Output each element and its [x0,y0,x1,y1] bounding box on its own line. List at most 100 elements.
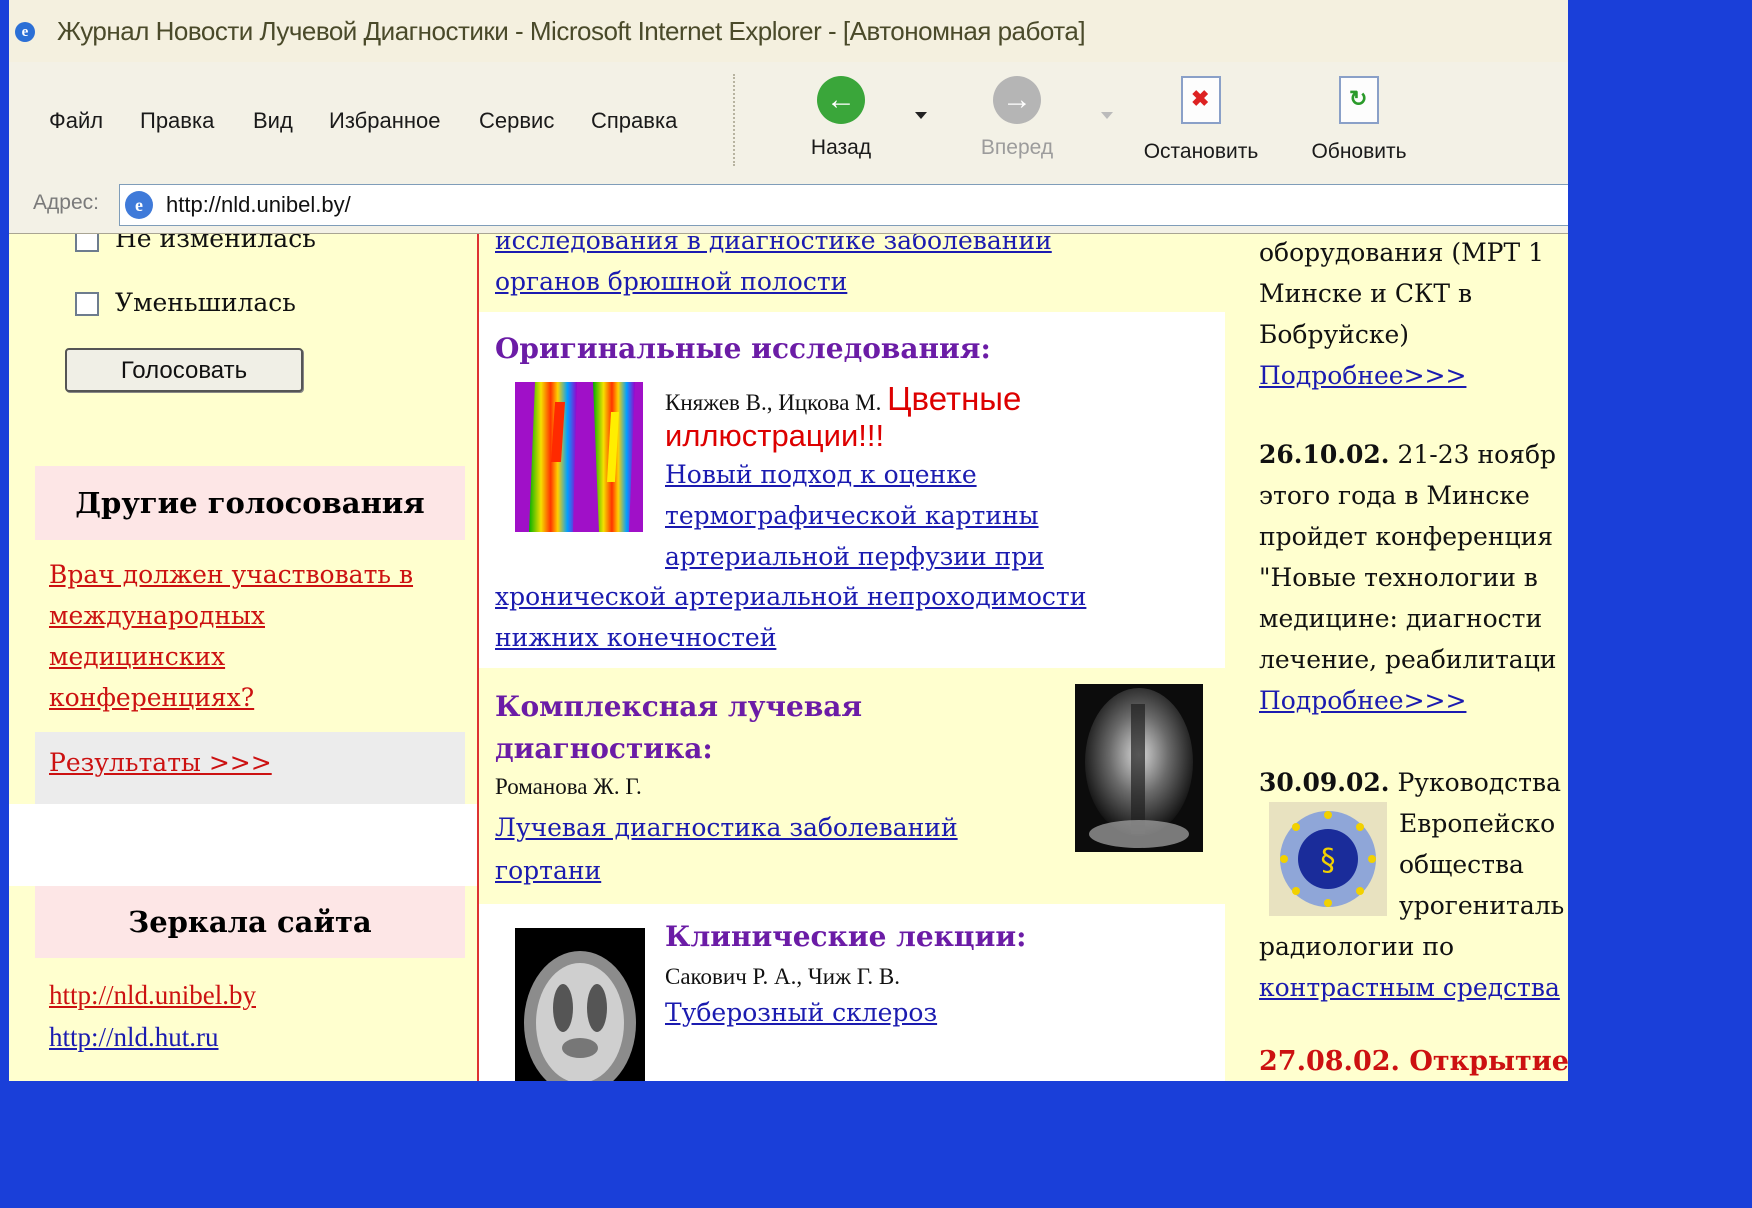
results-row: Результаты >>> [35,732,465,804]
forward-button[interactable]: → Вперед [967,76,1067,160]
mirrors-header: Зеркала сайта [35,886,465,958]
mirror-link[interactable]: http://nld.unibel.by [49,974,256,1016]
refresh-icon: ↻ [1339,76,1379,124]
news3-line: общества [1399,850,1524,879]
other-poll-link[interactable]: Врач должен участвовать в международных … [49,554,413,718]
ie-logo-icon: e [15,22,35,42]
toolbar: Файл Правка Вид Избранное Сервис Справка… [9,62,1568,178]
back-dropdown-icon[interactable] [915,112,927,119]
vote-button[interactable]: Голосовать [65,348,303,392]
forward-arrow-icon: → [993,76,1041,124]
news2-date: 26.10.02. [1259,440,1390,469]
left-spacer [9,804,477,886]
back-button[interactable]: ← Назад [791,76,891,160]
original-link-line[interactable]: артериальной перфузии при [665,536,1044,577]
complex-radiology-box: Комплексная лучевая диагностика: Романов… [479,668,1225,904]
poll-checkbox-decreased[interactable] [75,292,99,316]
top-article-box: исследования в диагностике заболеваний о… [479,234,1225,312]
refresh-button[interactable]: ↻ Обновить [1299,76,1419,164]
news2-more-link[interactable]: Подробнее>>> [1259,680,1556,721]
clinical-lectures-title: Клинические лекции: [665,920,1027,953]
other-polls-header: Другие голосования [35,466,465,540]
news1-line: Минске и СКТ в [1259,279,1473,308]
top-article-link-line[interactable]: органов брюшной полости [495,261,1052,302]
stop-label: Остановить [1143,140,1259,163]
news2-line: 21-23 ноябр [1397,440,1556,469]
news3-side-text: Европейско общества урогениталь [1399,803,1564,926]
menu-edit[interactable]: Правка [140,108,214,134]
other-poll-link-line[interactable]: Врач должен участвовать в [49,554,413,595]
news3-line: Европейско [1399,809,1556,838]
poll-checkbox-unchanged[interactable] [75,234,99,252]
other-poll-link-line[interactable]: медицинских [49,636,413,677]
complex-title-line: Комплексная лучевая [495,690,863,723]
lectures-authors: Сакович Р. А., Чиж Г. В. [665,964,901,989]
poll-option-decreased: Уменьшилась [115,288,296,317]
back-label: Назад [810,136,872,159]
lecture-link[interactable]: Туберозный склероз [665,998,937,1027]
stop-icon: ✖ [1181,76,1221,124]
original-link-line[interactable]: Новый подход к оценке [665,454,1044,495]
news1-more-link[interactable]: Подробнее>>> [1259,355,1544,396]
brain-mri-image [515,928,645,1081]
news2-line: этого года в Минске [1259,481,1530,510]
toolbar-separator [733,74,739,166]
mirror-link[interactable]: http://nld.hut.ru [49,1016,256,1058]
news4-title[interactable]: 27.08.02. Открытие [1259,1046,1568,1077]
page-icon: e [125,191,153,219]
address-url: http://nld.unibel.by/ [166,192,351,217]
larynx-xray-image [1075,684,1203,852]
news3-date: 30.09.02. [1259,768,1390,797]
menu-view[interactable]: Вид [253,108,293,134]
address-input[interactable]: e http://nld.unibel.by/ [119,184,1568,226]
page-content: Не изменилась Уменьшилась Голосовать Дру… [9,234,1568,1081]
forward-dropdown-icon[interactable] [1101,112,1113,119]
svg-text:§: § [1321,843,1336,878]
stop-button[interactable]: ✖ Остановить [1131,76,1271,164]
news3-link[interactable]: контрастным средства [1259,967,1560,1008]
news2: 26.10.02. 21-23 ноябр этого года в Минск… [1259,434,1556,721]
color-illustrations-note: Цветные [887,380,1022,417]
original-link-line[interactable]: нижних конечностей [495,617,1086,658]
original-link-line[interactable]: термографической картины [665,495,1044,536]
mirror-list: http://nld.unibel.by http://nld.hut.ru [49,974,256,1058]
news3-line: радиологии по [1259,932,1455,961]
window-title: Журнал Новости Лучевой Диагностики - Mic… [57,16,1086,46]
complex-link-line[interactable]: Лучевая диагностика заболеваний [495,806,958,849]
forward-label: Вперед [980,136,1054,159]
esur-logo-image: § [1269,802,1387,916]
other-polls-title: Другие голосования [75,486,425,520]
top-article-link[interactable]: исследования в диагностике заболеваний о… [495,234,1052,302]
news2-line: пройдет конференция [1259,522,1554,551]
menu-help[interactable]: Справка [591,108,677,134]
results-link[interactable]: Результаты >>> [49,748,272,777]
other-poll-link-line[interactable]: конференциях? [49,677,413,718]
news3: 30.09.02. Руководства [1259,762,1561,803]
other-poll-link-line[interactable]: международных [49,595,413,636]
poll-option-unchanged: Не изменилась [115,234,316,253]
refresh-label: Обновить [1311,140,1407,163]
news3-bottom-text: радиологии по контрастным средства [1259,926,1560,1008]
news2-line: медицине: диагности [1259,604,1543,633]
menu-file[interactable]: Файл [49,108,103,134]
complex-link-line[interactable]: гортани [495,849,958,892]
address-label: Адрес: [33,191,99,214]
original-link-line[interactable]: хронической артериальной непроходимости [495,576,1086,617]
news2-line: лечение, реабилитаци [1259,645,1557,674]
original-article-link-a[interactable]: Новый подход к оценке термографической к… [665,454,1044,577]
original-research-title: Оригинальные исследования: [495,332,991,365]
top-article-link-line[interactable]: исследования в диагностике заболеваний [495,234,1052,261]
complex-authors: Романова Ж. Г. [495,774,642,799]
color-illustrations-note-2: иллюстрации!!! [665,418,885,453]
title-bar: e Журнал Новости Лучевой Диагностики - M… [9,0,1568,63]
menu-favorites[interactable]: Избранное [329,108,441,134]
news1-line: оборудования (МРТ 1 [1259,238,1545,267]
back-arrow-icon: ← [817,76,865,124]
original-article-link-b[interactable]: хронической артериальной непроходимости … [495,576,1086,658]
complex-article-link[interactable]: Лучевая диагностика заболеваний гортани [495,806,958,892]
menu-tools[interactable]: Сервис [479,108,554,134]
news1-text: оборудования (МРТ 1 Минске и СКТ в Бобру… [1259,234,1544,396]
news2-line: "Новые технологии в [1259,563,1538,592]
thermography-image [515,382,643,532]
original-authors: Княжев В., Ицкова М. Цветные [665,380,1021,418]
